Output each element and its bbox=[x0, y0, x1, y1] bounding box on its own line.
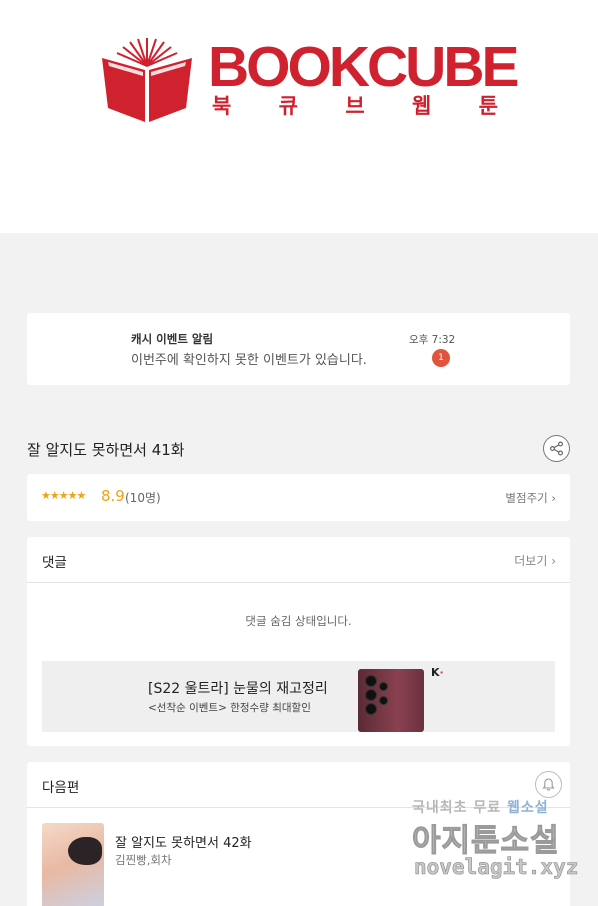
ad-brand-logo: K· bbox=[431, 666, 444, 679]
logo-subtitle: 북 큐 브 웹 툰 bbox=[212, 92, 498, 120]
rate-button[interactable]: 별점주기 › bbox=[505, 490, 556, 506]
star-rating-icon: ★★★★★ bbox=[41, 489, 86, 502]
next-episode-author: 김찐빵,회차 bbox=[115, 853, 172, 867]
watermark: 국내최초 무료 웹소설 아지툰소설 novelagit.xyz bbox=[412, 797, 598, 887]
open-book-icon bbox=[102, 38, 192, 122]
watermark-line1: 국내최초 무료 웹소설 bbox=[412, 797, 549, 817]
notification-message: 이번주에 확인하지 못한 이벤트가 있습니다. bbox=[131, 353, 367, 368]
rating-count: (10명) bbox=[125, 491, 161, 505]
comments-hidden-message: 댓글 숨김 상태입니다. bbox=[245, 614, 352, 628]
rating-bar: ★★★★★ 8.9 (10명) 별점주기 › bbox=[27, 474, 570, 521]
cash-event-notification[interactable]: 캐시 이벤트 알림 이번주에 확인하지 못한 이벤트가 있습니다. 오후 7:3… bbox=[27, 313, 570, 385]
camera-lens-icon bbox=[379, 682, 388, 691]
thumbnail-art bbox=[68, 837, 102, 865]
ad-subtitle: <선착순 이벤트> 한정수량 최대할인 bbox=[148, 702, 311, 714]
chevron-right-icon: › bbox=[551, 554, 556, 568]
camera-lens-icon bbox=[365, 703, 377, 715]
notification-badge: 1 bbox=[432, 349, 450, 367]
next-episode-heading: 다음편 bbox=[42, 780, 80, 796]
comments-header: 댓글 더보기 › bbox=[27, 537, 570, 583]
more-label: 더보기 bbox=[514, 554, 548, 568]
logo-subtitle-char: 브 bbox=[345, 94, 365, 118]
rate-button-label: 별점주기 bbox=[505, 491, 548, 505]
comments-title: 댓글 bbox=[42, 555, 67, 571]
ad-brand-letter: K bbox=[431, 666, 440, 679]
watermark-line1-highlight: 웹소설 bbox=[507, 800, 549, 816]
logo-subtitle-char: 큐 bbox=[278, 94, 298, 118]
camera-lens-icon bbox=[379, 696, 388, 705]
notification-time: 오후 7:32 bbox=[409, 334, 456, 346]
share-button[interactable] bbox=[543, 435, 570, 462]
camera-lens-icon bbox=[365, 689, 377, 701]
ad-title: [S22 울트라] 눈물의 재고정리 bbox=[148, 681, 328, 697]
next-episode-title[interactable]: 잘 알지도 못하면서 42화 bbox=[115, 832, 252, 851]
share-icon bbox=[550, 441, 564, 456]
camera-lens-icon bbox=[365, 675, 377, 687]
chevron-right-icon: › bbox=[551, 491, 556, 505]
logo-subtitle-char: 툰 bbox=[478, 94, 498, 118]
logo-wordmark: BOOKCUBE bbox=[208, 35, 520, 99]
ad-banner[interactable]: [S22 울트라] 눈물의 재고정리 <선착순 이벤트> 한정수량 최대할인 K… bbox=[42, 661, 555, 732]
episode-title: 잘 알지도 못하면서 41화 bbox=[27, 441, 185, 459]
notification-title: 캐시 이벤트 알림 bbox=[131, 332, 214, 346]
logo-subtitle-char: 웹 bbox=[411, 94, 432, 118]
bell-icon bbox=[542, 778, 555, 791]
notify-button[interactable] bbox=[535, 771, 562, 798]
logo-subtitle-char: 북 bbox=[212, 94, 232, 118]
comments-section: 댓글 더보기 › 댓글 숨김 상태입니다. [S22 울트라] 눈물의 재고정리… bbox=[27, 537, 570, 746]
ad-brand-dot-icon: · bbox=[439, 666, 444, 679]
phone-image bbox=[358, 669, 424, 732]
watermark-line2: 아지툰소설 bbox=[412, 823, 560, 860]
header: BOOKCUBE 북 큐 브 웹 툰 bbox=[0, 0, 598, 233]
watermark-line1-prefix: 국내최초 무료 bbox=[412, 800, 508, 816]
comments-more-button[interactable]: 더보기 › bbox=[514, 552, 556, 569]
next-episode-thumbnail[interactable] bbox=[42, 823, 104, 906]
watermark-line3: novelagit.xyz bbox=[414, 855, 579, 880]
rating-score: 8.9 bbox=[101, 487, 125, 505]
bookcube-logo[interactable]: BOOKCUBE 북 큐 브 웹 툰 bbox=[100, 36, 520, 126]
